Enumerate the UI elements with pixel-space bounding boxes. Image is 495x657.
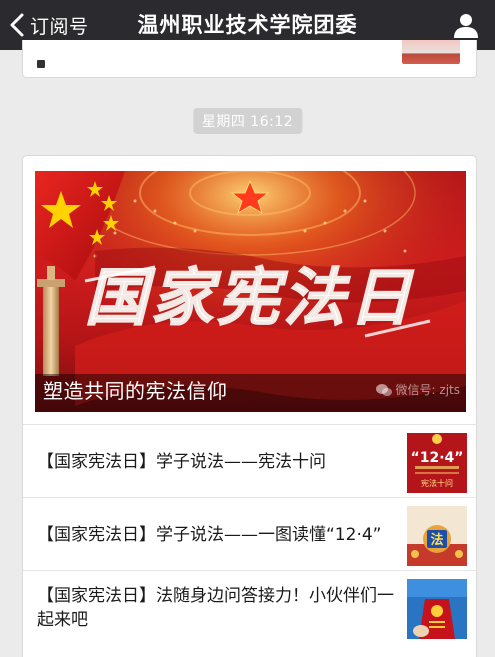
previous-article-thumbnail: [402, 40, 460, 64]
list-item-thumbnail: [407, 579, 467, 639]
thumbnail-date-text: “12·4”: [411, 450, 464, 466]
profile-icon[interactable]: [453, 12, 479, 38]
cover-article[interactable]: 国家宪法日 塑造共同的宪法信仰 微信号: zjts: [35, 171, 466, 412]
list-item[interactable]: 【国家宪法日】法随身边问答接力！小伙伴们一起来吧: [23, 570, 478, 643]
thumbnail-glyph: 法: [430, 532, 443, 548]
list-item-title-text: 【国家宪法日】学子说法——一图读懂“12·4”: [37, 524, 382, 545]
list-item[interactable]: 【国家宪法日】学子说法——一图读懂“12·4” 法: [23, 497, 478, 570]
cover-watermark: 微信号: zjts: [375, 381, 460, 398]
chevron-left-icon: [10, 13, 24, 37]
wechat-icon: [375, 383, 392, 396]
list-item[interactable]: 【国家宪法日】学子说法——宪法十问 “12·4” 宪法十问: [23, 424, 478, 497]
message-timestamp: 星期四 16:12: [192, 108, 303, 134]
list-item-title: 【国家宪法日】学子说法——宪法十问: [37, 425, 397, 498]
cover-article-title: 塑造共同的宪法信仰: [43, 379, 228, 403]
list-item-title: 【国家宪法日】学子说法——一图读懂“12·4”: [37, 498, 397, 571]
watermark-text: 微信号: zjts: [395, 383, 460, 397]
list-item-title-text: 【国家宪法日】法随身边问答接力！小伙伴们一起来吧: [37, 585, 394, 630]
list-item-title-text: 【国家宪法日】学子说法——宪法十问: [37, 451, 326, 472]
text-fragment: [37, 60, 45, 68]
thumbnail-caption-text: 宪法十问: [421, 478, 453, 488]
list-item-thumbnail: 法: [407, 506, 467, 566]
list-item-title: 【国家宪法日】法随身边问答接力！小伙伴们一起来吧: [37, 571, 397, 644]
article-message-card: 国家宪法日 塑造共同的宪法信仰 微信号: zjts 【国家宪法日】学子说法——宪…: [22, 155, 478, 657]
previous-message-card[interactable]: [22, 40, 477, 78]
back-button-label: 订阅号: [30, 15, 89, 38]
list-item-thumbnail: “12·4” 宪法十问: [407, 433, 467, 493]
